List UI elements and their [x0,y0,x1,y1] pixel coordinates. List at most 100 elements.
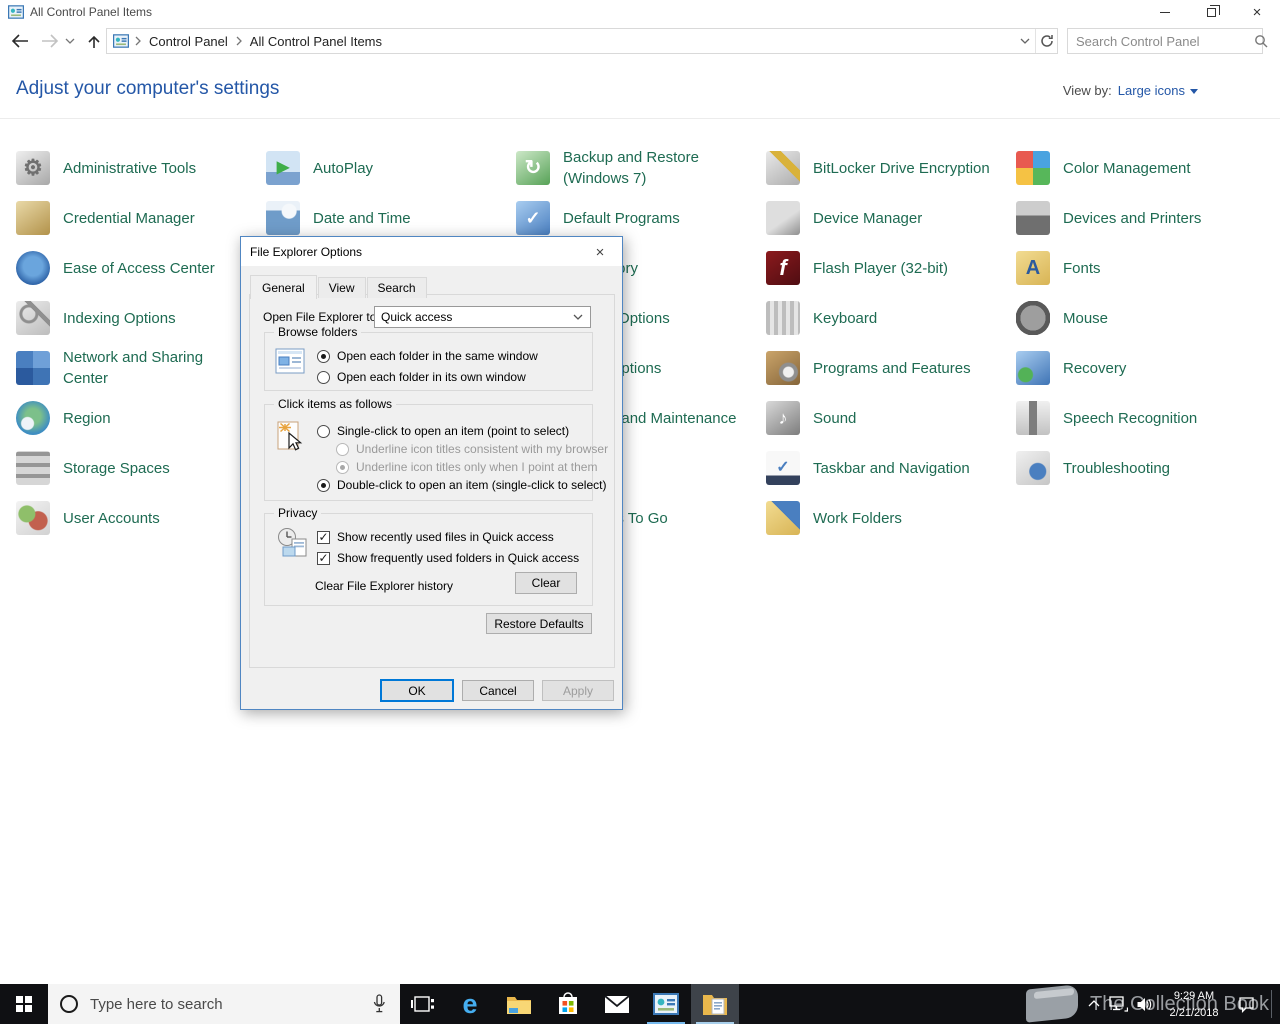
cp-item-label: Default Programs [563,209,680,227]
cp-item-administrative-tools[interactable]: ⚙ Administrative Tools [16,143,262,193]
cp-item-label: Speech Recognition [1063,409,1198,427]
radio-open-each-folder-in-its-own-window[interactable]: Open each folder in its own window [317,369,526,385]
taskbar-clock[interactable]: 9:29 AM 2/21/2018 [1156,988,1232,1021]
privacy-icon [275,526,309,560]
minimize-button[interactable] [1142,0,1188,24]
option-label: Show frequently used folders in Quick ac… [337,551,580,565]
cp-item-label: Sound [813,409,857,427]
cp-item-recovery[interactable]: Recovery [1016,343,1262,393]
address-dropdown-button[interactable] [1015,38,1035,44]
cp-item-work-folders[interactable]: Work Folders [766,493,1012,543]
page-title: Adjust your computer's settings [16,78,280,99]
open-to-label: Open File Explorer to: [263,310,380,324]
minimize-icon [1160,11,1170,13]
taskbar-store-button[interactable] [544,984,592,1024]
checkbox-show-frequently-used-folders-in-quick-access[interactable]: ✓ Show frequently used folders in Quick a… [317,550,579,566]
cp-item-label: User Accounts [63,509,160,527]
taskbar-edge-button[interactable]: e [446,984,494,1024]
dialog-title: File Explorer Options [250,244,363,259]
cp-item-credential-manager[interactable]: Credential Manager [16,193,262,243]
control-panel-search[interactable] [1067,28,1268,54]
default-programs-icon: ✓ [516,201,550,235]
option-label: Show recently used files in Quick access [337,530,554,544]
hidden-icons-button[interactable] [1086,984,1102,1024]
cp-item-backup-and-restore-windows-7[interactable]: ↻ Backup and Restore (Windows 7) [516,143,762,193]
date-and-time-icon [266,201,300,235]
cp-item-label: Network and Sharing Center [63,349,204,387]
clear-button[interactable]: Clear [515,572,577,594]
taskbar-file-explorer-button[interactable] [495,984,543,1024]
cp-item-storage-spaces[interactable]: Storage Spaces [16,443,262,493]
view-by-label: View by: [1062,83,1112,98]
option-label: Single-click to open an item (point to s… [337,424,570,438]
cancel-button[interactable]: Cancel [462,680,534,701]
cp-item-user-accounts[interactable]: User Accounts [16,493,262,543]
search-input[interactable] [1068,32,1254,50]
forward-button[interactable] [38,30,62,52]
show-desktop-button[interactable] [1271,990,1272,1018]
dialog-close-button[interactable]: × [588,243,612,261]
cp-item-indexing-options[interactable]: Indexing Options [16,293,262,343]
radio-open-each-folder-in-the-same-window[interactable]: Open each folder in the same window [317,348,538,364]
taskbar-search-input[interactable] [88,994,372,1014]
taskbar-file-explorer-options-button[interactable] [691,984,739,1024]
cp-item-keyboard[interactable]: Keyboard [766,293,1012,343]
cp-item-devices-and-printers[interactable]: Devices and Printers [1016,193,1262,243]
ok-button[interactable]: OK [380,679,454,702]
taskbar-search[interactable] [48,984,400,1024]
cp-item-color-management[interactable]: Color Management [1016,143,1262,193]
task-view-button[interactable] [400,984,446,1024]
book-logo-icon [1022,984,1084,1024]
back-button[interactable] [8,30,32,52]
view-by-dropdown[interactable]: Large icons [1118,83,1198,98]
privacy-group: Privacy ✓ Show recently used files in Qui… [264,506,593,606]
browse-folders-group: Browse folders Open each folder in the s… [264,325,593,391]
restore-defaults-button[interactable]: Restore Defaults [486,613,592,634]
radio-underline-icon-titles-consistent-with-my-browser: Underline icon titles consistent with my… [336,441,608,457]
cp-item-troubleshooting[interactable]: Troubleshooting [1016,443,1262,493]
cp-item-fonts[interactable]: A Fonts [1016,243,1262,293]
cp-item-taskbar-and-navigation[interactable]: ✓ Taskbar and Navigation [766,443,1012,493]
radio-single-click-to-open-an-item-point-to-select[interactable]: Single-click to open an item (point to s… [317,423,569,439]
recent-pages-button[interactable] [62,30,78,52]
open-to-combobox[interactable]: Quick access [374,306,591,328]
cp-item-sound[interactable]: ♪ Sound [766,393,1012,443]
volume-tray-icon[interactable] [1132,984,1156,1024]
tab-search[interactable]: Search [366,277,427,298]
cp-item-speech-recognition[interactable]: Speech Recognition [1016,393,1262,443]
microphone-icon[interactable] [372,994,386,1014]
radio-button-icon [317,424,330,438]
cp-item-flash-player-32-bit[interactable]: f Flash Player (32-bit) [766,243,1012,293]
checkbox-show-recently-used-files-in-quick-access[interactable]: ✓ Show recently used files in Quick acces… [317,529,554,545]
tab-general[interactable]: General [250,275,317,299]
option-label: Open each folder in its own window [337,370,526,384]
network-tray-icon[interactable] [1106,984,1130,1024]
cp-item-device-manager[interactable]: Device Manager [766,193,1012,243]
close-button[interactable]: × [1234,0,1280,24]
windows-logo-icon [16,996,32,1012]
group-title: Click items as follows [274,397,397,411]
maximize-button[interactable] [1188,0,1234,24]
address-bar[interactable]: Control Panel All Control Panel Items [106,28,1058,54]
breadcrumb-item-all-control-panel-items[interactable]: All Control Panel Items [244,34,388,49]
cp-item-ease-of-access-center[interactable]: Ease of Access Center [16,243,262,293]
cp-item-label: Flash Player (32-bit) [813,259,949,277]
start-button[interactable] [0,984,48,1024]
tab-view[interactable]: View [317,277,366,298]
cp-item-programs-and-features[interactable]: Programs and Features [766,343,1012,393]
taskbar-mail-button[interactable] [593,984,641,1024]
cp-item-autoplay[interactable]: ▶ AutoPlay [266,143,512,193]
cp-item-label: Keyboard [813,309,878,327]
up-button[interactable] [82,30,106,52]
file-explorer-icon [507,997,531,1014]
breadcrumb-item-control-panel[interactable]: Control Panel [143,34,234,49]
taskbar: The Collection Book e 9:29 AM 2/21/2018 [0,984,1280,1024]
cp-item-mouse[interactable]: Mouse [1016,293,1262,343]
cp-item-bitlocker-drive-encryption[interactable]: BitLocker Drive Encryption [766,143,1012,193]
radio-double-click-to-open-an-item-single-click-to-select[interactable]: Double-click to open an item (single-cli… [317,477,606,493]
refresh-button[interactable] [1035,29,1057,53]
cp-item-network-and-sharing-center[interactable]: Network and Sharing Center [16,343,262,393]
cp-item-region[interactable]: Region [16,393,262,443]
taskbar-control-panel-button[interactable] [642,984,690,1024]
action-center-button[interactable] [1234,984,1258,1024]
